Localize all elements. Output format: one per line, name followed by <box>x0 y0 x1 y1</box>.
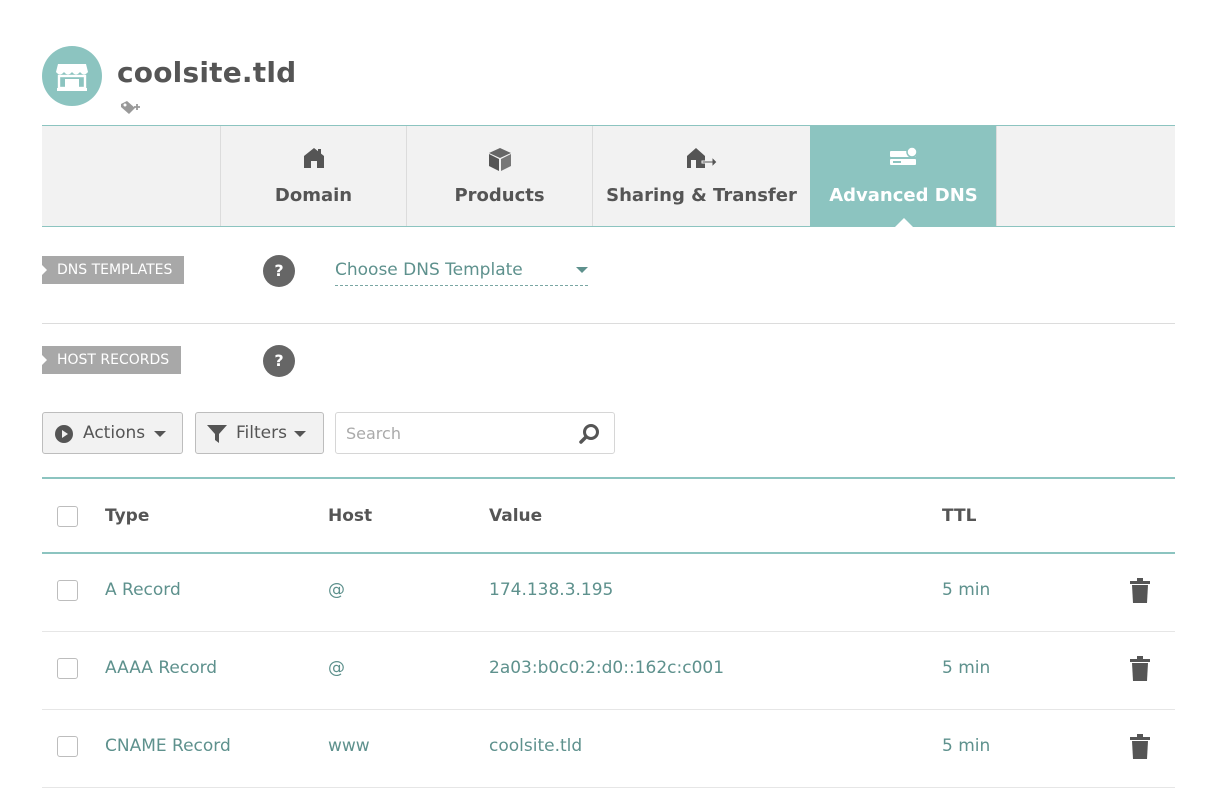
record-value[interactable]: coolsite.tld <box>489 736 582 756</box>
chevron-down-icon <box>294 431 306 437</box>
chevron-down-icon <box>154 431 166 437</box>
record-value[interactable]: 2a03:b0c0:2:d0::162c:c001 <box>489 658 724 678</box>
tab-label: Advanced DNS <box>829 185 978 206</box>
record-type[interactable]: CNAME Record <box>105 736 231 756</box>
row-checkbox[interactable] <box>57 736 78 757</box>
dns-templates-help-button[interactable]: ? <box>263 255 295 287</box>
tab-label: Products <box>454 185 545 206</box>
record-ttl[interactable]: 5 min <box>942 580 990 600</box>
site-title: coolsite.tld <box>117 56 297 89</box>
row-checkbox[interactable] <box>57 580 78 601</box>
box-icon <box>488 148 511 171</box>
dns-templates-label: DNS TEMPLATES <box>42 256 185 284</box>
trash-icon[interactable] <box>1129 655 1151 682</box>
record-ttl[interactable]: 5 min <box>942 658 990 678</box>
server-icon <box>889 146 918 165</box>
actions-button-label: Actions <box>83 423 146 443</box>
column-header-type[interactable]: Type <box>105 506 149 526</box>
column-header-host[interactable]: Host <box>328 506 372 526</box>
host-records-help-button[interactable]: ? <box>263 345 295 377</box>
tab-advanced-dns[interactable]: Advanced DNS <box>810 126 996 227</box>
trash-icon[interactable] <box>1129 733 1151 760</box>
active-tab-caret <box>894 218 913 227</box>
record-type[interactable]: A Record <box>105 580 181 600</box>
tab-divider <box>996 126 997 226</box>
chevron-down-icon <box>576 267 588 273</box>
host-records-label: HOST RECORDS <box>42 346 182 374</box>
trash-icon[interactable] <box>1129 577 1151 604</box>
row-checkbox[interactable] <box>57 658 78 679</box>
record-value[interactable]: 174.138.3.195 <box>489 580 613 600</box>
storefront-icon <box>56 64 88 91</box>
add-tag-icon[interactable] <box>120 100 142 116</box>
actions-button[interactable]: Actions <box>42 412 183 454</box>
column-header-ttl[interactable]: TTL <box>942 506 976 526</box>
filters-button-label: Filters <box>236 423 287 443</box>
site-avatar <box>42 46 102 106</box>
home-icon <box>303 148 324 168</box>
table-row: AAAA Record @ 2a03:b0c0:2:d0::162c:c001 … <box>42 632 1175 710</box>
section-divider <box>42 323 1175 324</box>
table-row: CNAME Record www coolsite.tld 5 min <box>42 710 1175 788</box>
column-header-value[interactable]: Value <box>489 506 542 526</box>
tab-domain[interactable]: Domain <box>220 126 406 226</box>
search-icon[interactable] <box>578 423 600 445</box>
filters-button[interactable]: Filters <box>195 412 324 454</box>
table-header: Type Host Value TTL <box>42 477 1175 554</box>
site-header: coolsite.tld <box>42 46 642 122</box>
tab-sharing-transfer[interactable]: Sharing & Transfer <box>592 126 810 226</box>
search-box <box>335 412 615 454</box>
tab-label: Sharing & Transfer <box>606 185 797 206</box>
tab-label: Domain <box>274 185 353 206</box>
dns-template-select[interactable]: Choose DNS Template <box>335 258 588 286</box>
transfer-icon <box>686 148 718 169</box>
record-ttl[interactable]: 5 min <box>942 736 990 756</box>
play-circle-icon <box>55 425 73 443</box>
select-all-checkbox[interactable] <box>57 506 78 527</box>
record-host[interactable]: @ <box>328 658 345 678</box>
tab-products[interactable]: Products <box>406 126 592 226</box>
record-host[interactable]: @ <box>328 580 345 600</box>
dns-template-select-value: Choose DNS Template <box>335 260 523 280</box>
record-host[interactable]: www <box>328 736 370 756</box>
tab-bar: Domain Products Sharing & Transfer Advan… <box>42 125 1175 227</box>
record-type[interactable]: AAAA Record <box>105 658 217 678</box>
table-row: A Record @ 174.138.3.195 5 min <box>42 554 1175 632</box>
search-input[interactable] <box>346 421 566 445</box>
filter-icon <box>207 425 227 443</box>
host-records-table: Type Host Value TTL A Record @ 174.138.3… <box>42 477 1175 788</box>
